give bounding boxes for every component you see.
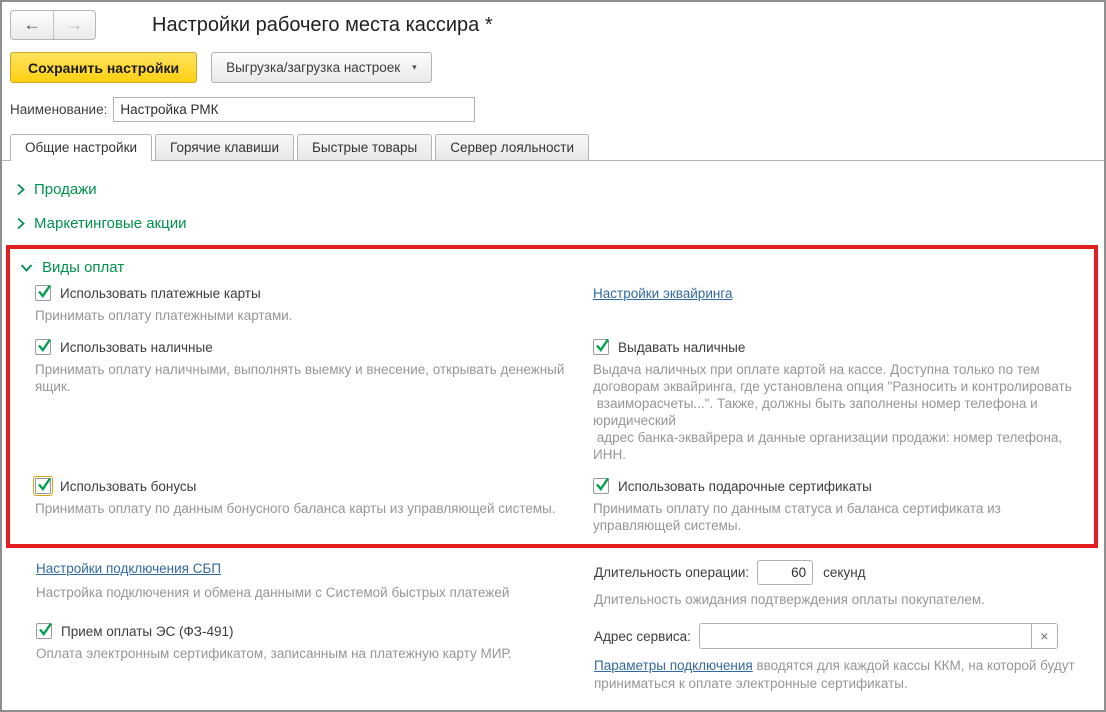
- tab-quick-goods[interactable]: Быстрые товары: [297, 134, 433, 160]
- section-sales-label: Продажи: [34, 180, 97, 198]
- section-marketing[interactable]: Маркетинговые акции: [16, 211, 1098, 235]
- settings-window: ← → Настройки рабочего места кассира * С…: [0, 0, 1106, 712]
- back-arrow-icon: ←: [23, 15, 41, 34]
- use-bonus-label: Использовать бонусы: [60, 478, 197, 494]
- service-address-label: Адрес сервиса:: [594, 628, 691, 644]
- tab-loyalty-server[interactable]: Сервер лояльности: [435, 134, 589, 160]
- back-button[interactable]: ←: [11, 11, 53, 39]
- es-payment-desc: Оплата электронным сертификатом, записан…: [36, 646, 512, 661]
- use-cards-label: Использовать платежные карты: [60, 285, 261, 301]
- use-cash-desc: Принимать оплату наличными, выполнять вы…: [35, 362, 569, 394]
- duration-field-row: Длительность операции: секунд: [594, 560, 1090, 585]
- chevron-down-icon: ▾: [412, 62, 417, 72]
- payment-types-highlight-box: Виды оплат Использовать платежные карты …: [6, 245, 1098, 548]
- duration-label: Длительность операции:: [594, 565, 750, 580]
- payment-types-grid: Использовать платежные карты Принимать о…: [33, 284, 1086, 534]
- connection-params-text: Параметры подключения вводятся для каждо…: [594, 657, 1090, 693]
- service-address-cell: Адрес сервиса: × Параметры подключения в…: [594, 623, 1090, 693]
- section-marketing-label: Маркетинговые акции: [34, 214, 187, 232]
- service-address-input[interactable]: [698, 623, 1031, 649]
- checkbox-checked-focused-icon[interactable]: [33, 476, 53, 496]
- use-gift-cell: Использовать подарочные сертификаты Прин…: [593, 477, 1086, 534]
- close-icon: ×: [1040, 628, 1049, 644]
- checkbox-checked-icon[interactable]: [35, 338, 51, 355]
- es-payment-checkbox[interactable]: Прием оплаты ЭС (ФЗ-491): [36, 622, 576, 639]
- forward-button[interactable]: →: [53, 11, 95, 39]
- use-gift-certificates-label: Использовать подарочные сертификаты: [618, 478, 872, 494]
- use-cards-desc: Принимать оплату платежными картами.: [35, 308, 293, 323]
- checkbox-checked-icon[interactable]: [35, 284, 51, 301]
- use-bonus-cell: Использовать бонусы Принимать оплату по …: [33, 476, 575, 534]
- cash-out-desc: Выдача наличных при оплате картой на кас…: [593, 362, 1072, 462]
- use-cash-cell: Использовать наличные Принимать оплату н…: [35, 338, 575, 463]
- checkbox-checked-icon[interactable]: [36, 622, 52, 639]
- service-address-row: Адрес сервиса: ×: [594, 623, 1090, 649]
- duration-cell: Длительность операции: секунд Длительнос…: [594, 560, 1090, 608]
- sbp-cell: Настройки подключения СБП Настройка подк…: [36, 560, 576, 608]
- use-gift-certificates-desc: Принимать оплату по данным статуса и бал…: [593, 501, 1005, 533]
- acquiring-settings-link[interactable]: Настройки эквайринга: [593, 286, 732, 301]
- connection-params-link[interactable]: Параметры подключения: [594, 658, 753, 673]
- tab-content: Продажи Маркетинговые акции Виды оплат И…: [2, 161, 1104, 693]
- cash-out-checkbox[interactable]: Выдавать наличные: [593, 338, 1086, 355]
- page-title: Настройки рабочего места кассира *: [152, 13, 493, 36]
- sbp-desc: Настройка подключения и обмена данными с…: [36, 585, 510, 600]
- chevron-down-icon: [20, 263, 33, 272]
- nav-button-group: ← →: [10, 10, 96, 40]
- checkbox-checked-icon[interactable]: [593, 338, 609, 355]
- sbp-connection-settings-link[interactable]: Настройки подключения СБП: [36, 561, 221, 576]
- clear-button[interactable]: ×: [1030, 623, 1058, 649]
- cash-out-label: Выдавать наличные: [618, 339, 746, 355]
- save-settings-button[interactable]: Сохранить настройки: [10, 52, 198, 83]
- use-bonus-checkbox[interactable]: Использовать бонусы: [33, 476, 575, 496]
- forward-arrow-icon: →: [66, 15, 83, 34]
- use-gift-certificates-checkbox[interactable]: Использовать подарочные сертификаты: [593, 477, 1086, 494]
- tab-hotkeys[interactable]: Горячие клавиши: [155, 134, 294, 160]
- checkbox-checked-icon[interactable]: [593, 477, 609, 494]
- section-payment-types-label: Виды оплат: [42, 258, 125, 276]
- name-row: Наименование:: [2, 97, 1104, 122]
- es-payment-label: Прием оплаты ЭС (ФЗ-491): [61, 623, 234, 639]
- duration-input[interactable]: [757, 560, 814, 585]
- tab-general-settings[interactable]: Общие настройки: [10, 134, 153, 161]
- lower-settings-grid: Настройки подключения СБП Настройка подк…: [36, 560, 1098, 693]
- name-label: Наименование:: [10, 102, 108, 117]
- export-import-label: Выгрузка/загрузка настроек: [226, 60, 401, 75]
- name-input[interactable]: [113, 97, 476, 122]
- chevron-right-icon: [17, 217, 25, 229]
- export-import-settings-button[interactable]: Выгрузка/загрузка настроек ▾: [211, 52, 432, 83]
- use-cards-checkbox[interactable]: Использовать платежные карты: [35, 284, 575, 301]
- es-cell: Прием оплаты ЭС (ФЗ-491) Оплата электрон…: [36, 622, 576, 693]
- toolbar: Сохранить настройки Выгрузка/загрузка на…: [2, 52, 1104, 83]
- top-bar: ← → Настройки рабочего места кассира *: [2, 2, 1104, 40]
- duration-desc: Длительность ожидания подтверждения опла…: [594, 592, 985, 607]
- use-bonus-desc: Принимать оплату по данным бонусного бал…: [35, 501, 556, 516]
- use-cards-cell: Использовать платежные карты Принимать о…: [35, 284, 575, 324]
- use-cash-checkbox[interactable]: Использовать наличные: [35, 338, 575, 355]
- duration-unit: секунд: [823, 565, 866, 580]
- acquiring-cell: Настройки эквайринга: [593, 285, 1086, 324]
- use-cash-label: Использовать наличные: [60, 339, 213, 355]
- tab-bar: Общие настройки Горячие клавиши Быстрые …: [2, 134, 1104, 161]
- chevron-right-icon: [17, 183, 25, 195]
- service-address-group: ×: [698, 623, 1058, 649]
- section-sales[interactable]: Продажи: [16, 177, 1098, 201]
- section-payment-types[interactable]: Виды оплат: [20, 255, 1086, 279]
- cash-out-cell: Выдавать наличные Выдача наличных при оп…: [593, 338, 1086, 463]
